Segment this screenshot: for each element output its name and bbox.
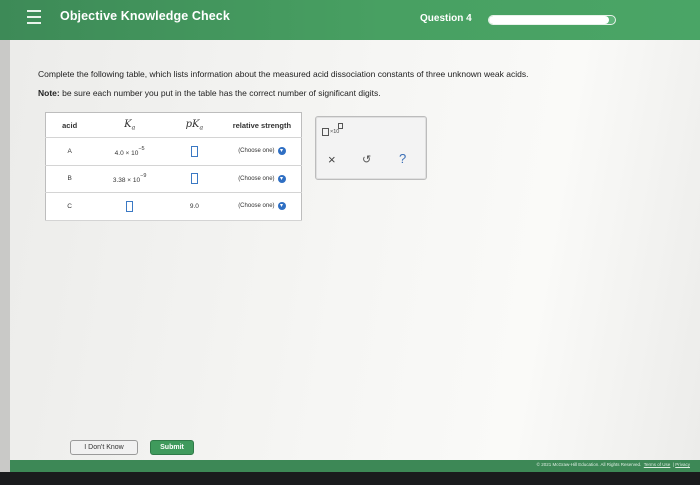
note-text: be sure each number you put in the table…	[62, 88, 381, 98]
ka-cell	[93, 192, 166, 221]
privacy-link[interactable]: Privacy	[675, 462, 690, 467]
strength-dropdown[interactable]: (Choose one) ▾	[238, 147, 286, 156]
footer: © 2021 McGraw-Hill Education. All Rights…	[10, 460, 700, 472]
ka-symbol: K	[124, 118, 132, 130]
pka-subscript: a	[199, 124, 204, 132]
screen: Objective Knowledge Check Question 4 Com…	[0, 0, 700, 485]
left-edge	[0, 40, 10, 472]
pka-input[interactable]	[190, 173, 198, 185]
dont-know-button[interactable]: I Don't Know	[70, 440, 138, 455]
note-label: Note:	[38, 88, 60, 98]
mantissa-box-icon	[322, 128, 329, 136]
acid-cell: C	[45, 192, 94, 221]
strength-dropdown[interactable]: (Choose one) ▾	[238, 174, 286, 183]
header-ka: Ka	[93, 112, 166, 138]
pka-symbol: pK	[185, 118, 200, 130]
pka-cell	[165, 165, 223, 193]
page-title: Objective Knowledge Check	[60, 9, 230, 23]
header-strength: relative strength	[222, 112, 302, 138]
submit-button[interactable]: Submit	[150, 440, 194, 455]
progress-bar	[488, 15, 616, 25]
question-note: Note: be sure each number you put in the…	[38, 88, 381, 98]
table-header-row: acid Ka pKa relative strength	[45, 112, 302, 138]
pka-input[interactable]	[190, 145, 198, 157]
close-icon[interactable]: ×	[328, 152, 336, 167]
help-icon[interactable]: ?	[399, 151, 406, 166]
dropdown-label: (Choose one)	[238, 148, 275, 155]
ka-cell: 3.38 × 10−9	[93, 165, 166, 193]
question-prompt: Complete the following table, which list…	[38, 69, 529, 79]
copyright-text: © 2021 McGraw-Hill Education. All Rights…	[536, 462, 642, 467]
dropdown-label: (Choose one)	[238, 203, 275, 210]
strength-dropdown[interactable]: (Choose one) ▾	[238, 202, 286, 211]
acid-cell: B	[45, 165, 94, 193]
header-pka: pKa	[165, 112, 223, 138]
top-bar: Objective Knowledge Check Question 4	[0, 0, 700, 40]
header-acid: acid	[45, 112, 94, 138]
chevron-down-icon: ▾	[277, 202, 286, 211]
strength-cell: (Choose one) ▾	[222, 165, 302, 193]
terms-link[interactable]: Terms of Use	[644, 462, 671, 467]
progress-fill	[489, 16, 609, 24]
question-label: Question 4	[420, 13, 472, 24]
ka-exponent: −9	[140, 173, 147, 180]
pka-cell: 9.0	[165, 192, 223, 221]
ka-exponent: −5	[138, 145, 145, 152]
table-row: A 4.0 × 10−5 (Choose one) ▾	[45, 137, 302, 166]
table-row: B 3.38 × 10−9 (Choose one) ▾	[45, 165, 302, 193]
table-row: C 9.0 (Choose one) ▾	[45, 192, 302, 221]
dropdown-label: (Choose one)	[238, 175, 275, 182]
undo-icon[interactable]: ↺	[362, 153, 371, 166]
question-content	[10, 40, 700, 460]
chevron-down-icon: ▾	[277, 174, 286, 183]
chevron-down-icon: ▾	[277, 147, 286, 156]
menu-icon[interactable]	[27, 10, 41, 24]
footer-text: © 2021 McGraw-Hill Education. All Rights…	[536, 462, 690, 467]
acid-cell: A	[45, 137, 94, 166]
screen-bezel	[0, 472, 700, 485]
acid-table: acid Ka pKa relative strength A 4.0 × 10…	[45, 112, 302, 221]
ka-cell: 4.0 × 10−5	[93, 137, 166, 166]
strength-cell: (Choose one) ▾	[222, 137, 302, 166]
times-ten-label: ×10	[330, 129, 340, 135]
pka-cell	[165, 137, 223, 166]
exponent-box-icon	[338, 123, 343, 129]
scientific-notation-button[interactable]: ×10	[322, 123, 346, 139]
strength-cell: (Choose one) ▾	[222, 192, 302, 221]
ka-mantissa: 3.38 × 10	[112, 177, 141, 185]
ka-input[interactable]	[126, 200, 134, 212]
ka-mantissa: 4.0 × 10	[114, 149, 139, 157]
ka-subscript: a	[131, 124, 136, 132]
